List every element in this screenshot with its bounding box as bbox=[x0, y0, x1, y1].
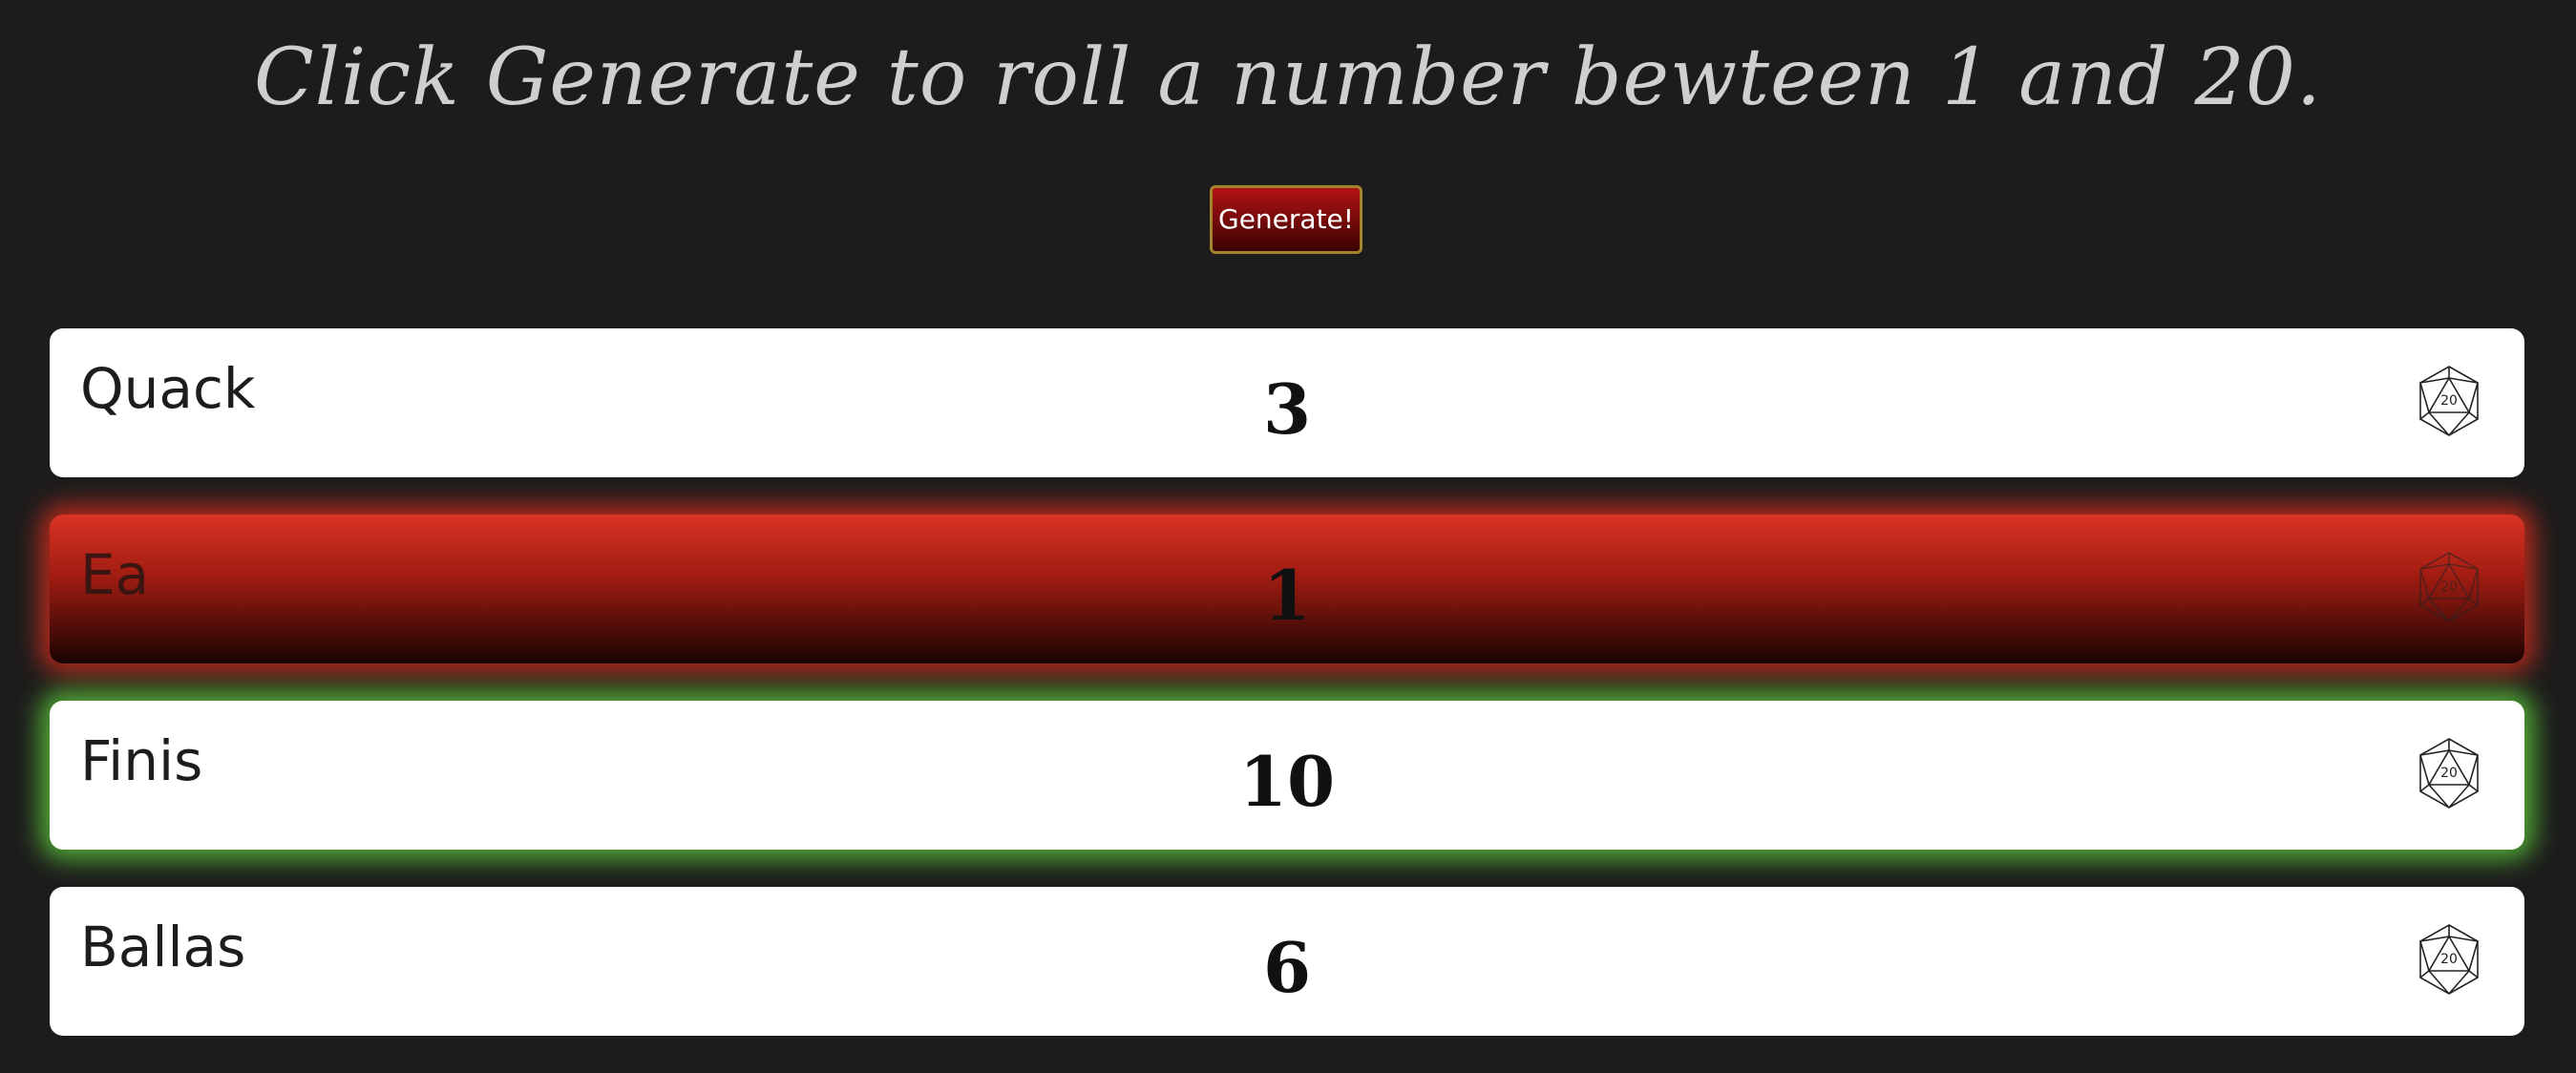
d20-icon[interactable]: 20 bbox=[2418, 923, 2481, 996]
roll-row-finis: Finis 10 20 bbox=[50, 701, 2524, 850]
roll-result: 10 bbox=[1238, 741, 1336, 822]
roll-row-quack: Quack 3 20 bbox=[50, 328, 2524, 477]
roll-result: 6 bbox=[1262, 927, 1312, 1008]
roll-result: 3 bbox=[1262, 368, 1312, 450]
svg-text:20: 20 bbox=[2440, 393, 2458, 409]
d20-icon[interactable]: 20 bbox=[2418, 365, 2481, 437]
d20-icon[interactable]: 20 bbox=[2418, 551, 2481, 623]
roll-row-ballas: Ballas 6 20 bbox=[50, 887, 2524, 1036]
generate-button[interactable]: Generate! bbox=[1210, 185, 1362, 254]
d20-icon[interactable]: 20 bbox=[2418, 737, 2481, 810]
roll-row-ea: Ea 1 20 bbox=[50, 515, 2524, 663]
page-title: Click Generate to roll a number bewteen … bbox=[254, 32, 2322, 123]
svg-text:20: 20 bbox=[2440, 766, 2458, 781]
svg-text:20: 20 bbox=[2440, 579, 2458, 595]
svg-text:20: 20 bbox=[2440, 952, 2458, 967]
roll-result: 1 bbox=[1262, 555, 1312, 636]
